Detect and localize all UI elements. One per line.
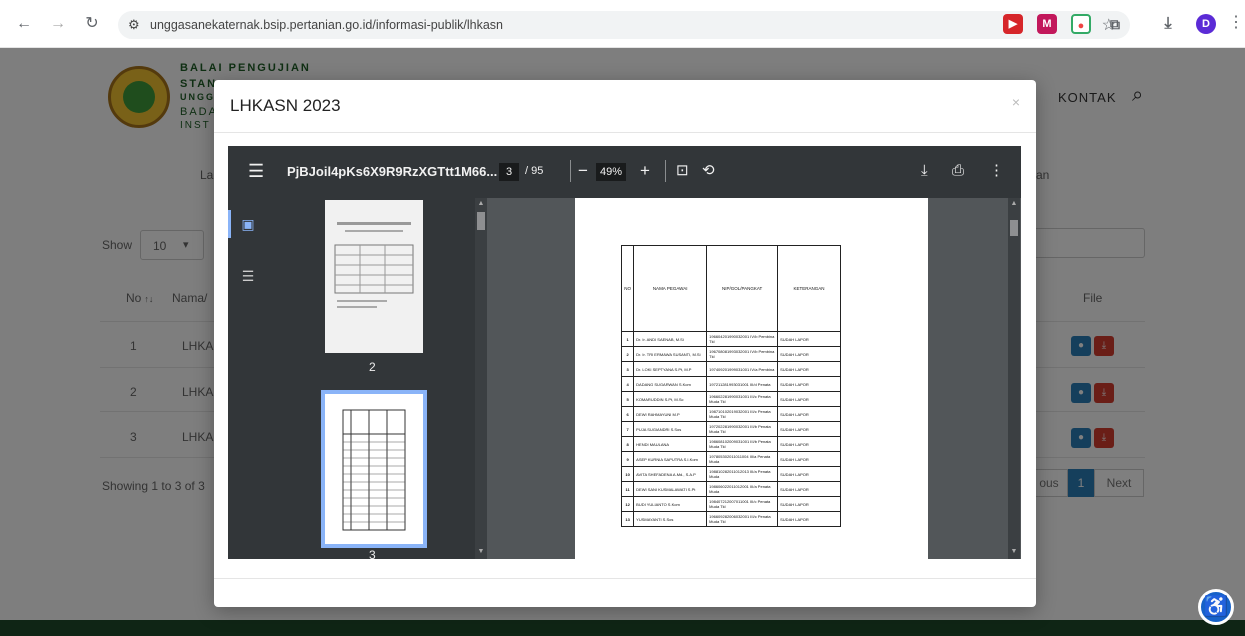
thumbnail-label-3: 3	[369, 548, 376, 559]
site-settings-icon[interactable]: ⚙	[128, 17, 140, 33]
table-row: 1 Dr. Ir. ANDI SAENAB, M.Si 19660420199003…	[620, 331, 841, 347]
browser-menu-icon[interactable]: ⋮	[1228, 12, 1244, 32]
pdf-page-area: NO NAMA PEGAWAI NIP/GOL/PANGKAT KETERANG…	[499, 198, 1020, 559]
pdf-page-3: NO NAMA PEGAWAI NIP/GOL/PANGKAT KETERANG…	[575, 198, 928, 559]
pdf-toolbar: ☰ PjBJoil4pKs6X9R9RzXGTtt1M66... 3 / 95 …	[228, 146, 1021, 198]
mail-extension-icon[interactable]: M	[1037, 14, 1057, 34]
zoom-in-icon[interactable]: +	[640, 160, 650, 182]
modal-footer-divider	[214, 578, 1036, 579]
modal-title: LHKASN 2023	[230, 96, 341, 115]
page-number-input[interactable]: 3	[499, 163, 519, 181]
table-row: 5 KOMARUDDIN S.Pt, M.Sc 196602281990031001…	[620, 391, 841, 407]
thumbnails-icon[interactable]: ▣	[236, 212, 260, 236]
table-row: 7 PUJA SUGIANDRI S.Sos 197202281990032001 …	[620, 421, 841, 437]
thumbnail-page-2-content	[334, 222, 414, 308]
page-total: / 95	[525, 165, 544, 177]
rotate-icon[interactable]: ⟲	[702, 160, 715, 182]
color-extension-icon[interactable]: ●	[1071, 14, 1091, 34]
pdf-filename: PjBJoil4pKs6X9R9RzXGTtt1M66...	[287, 164, 498, 179]
table-row: 4 DADANG SUGARWAN S.Kom 197211281993031001…	[620, 376, 841, 392]
toolbar-separator	[570, 160, 571, 182]
thumbnail-page-3[interactable]	[321, 390, 427, 548]
pdf-viewer[interactable]: ☰ PjBJoil4pKs6X9R9RzXGTtt1M66... 3 / 95 …	[228, 146, 1021, 559]
header-nip: NIP/GOL/PANGKAT	[706, 245, 779, 332]
table-row: 8 HENDI MAULANA 198608102009031001 III/b P…	[620, 436, 841, 452]
thumbnail-page-3-content	[342, 409, 406, 531]
thumbnail-page-2[interactable]	[325, 200, 423, 353]
print-icon[interactable]: ⎙	[952, 160, 964, 182]
url-text[interactable]: unggasanekaternak.bsip.pertanian.go.id/i…	[150, 18, 503, 32]
zoom-input[interactable]: 49%	[596, 163, 626, 181]
table-row: 6 DEWI RAHMAYUNI M.P 198710102019032001 II…	[620, 406, 841, 422]
lhkasn-modal: LHKASN 2023 × ☰ PjBJoil4pKs6X9R9RzXGTtt1…	[214, 80, 1036, 607]
table-row: 11 DEWI SANI KUSMALAWATI S.Pt 198606022011…	[620, 481, 841, 497]
sidebar-scrollbar[interactable]: ▲ ▼	[475, 198, 487, 559]
close-icon[interactable]: ×	[1012, 94, 1020, 110]
table-row: 10 AVITA SHEFADENA A.Md., S.A.P 1988102820…	[620, 466, 841, 482]
outline-icon[interactable]: ☰	[236, 264, 260, 288]
employee-table: NO NAMA PEGAWAI NIP/GOL/PANGKAT KETERANG…	[620, 245, 841, 527]
pdf-sidebar: ▣ ☰ 2 3 ▲ ▼	[228, 198, 487, 559]
forward-arrow-icon[interactable]: →	[48, 14, 68, 34]
table-row: 12 BUDI YULIANTO S.Kom 198407212007011001 …	[620, 496, 841, 512]
table-row: 13 YUSMAYANTI S.Sos 196609282006032001 III…	[620, 511, 841, 527]
thumbnail-label-2: 2	[369, 360, 376, 374]
zoom-out-icon[interactable]: −	[578, 160, 588, 182]
modal-header-divider	[214, 132, 1036, 133]
header-ket: KETERANGAN	[777, 245, 841, 332]
toolbar-separator	[665, 160, 666, 182]
main-scrollbar[interactable]: ▲ ▼	[1008, 198, 1020, 559]
address-bar[interactable]: ⚙ unggasanekaternak.bsip.pertanian.go.id…	[118, 11, 1130, 39]
table-row: 2 Dr. Ir. TRI ERMAWA SUSANTI, M.Si 1967080…	[620, 346, 841, 362]
table-row: 9 ASEP KURNIA SAPUTRA S.I.Kom 197805302011…	[620, 451, 841, 467]
accessibility-icon[interactable]: ♿	[1198, 589, 1234, 625]
reload-icon[interactable]: ↻	[82, 14, 102, 34]
pdf-extension-icon[interactable]: ▶	[1003, 14, 1023, 34]
table-row: 3 Dr. LOKI SEPTYANA S.Pt, M.P 197409201999…	[620, 361, 841, 377]
more-vert-icon[interactable]: ⋮	[989, 160, 1004, 182]
download-icon[interactable]: ⤓	[921, 160, 928, 182]
back-arrow-icon[interactable]: ←	[14, 14, 34, 34]
browser-toolbar: ← → ↻ ⚙ unggasanekaternak.bsip.pertanian…	[0, 0, 1245, 48]
profile-avatar[interactable]: D	[1196, 14, 1216, 34]
fit-page-icon[interactable]: ⊡	[676, 160, 689, 182]
header-nama: NAMA PEGAWAI	[633, 245, 708, 332]
header-no: NO	[620, 245, 635, 332]
sidebar-active-indicator	[228, 210, 231, 238]
extensions-puzzle-icon[interactable]: ⧉	[1105, 14, 1125, 34]
menu-icon[interactable]: ☰	[248, 161, 264, 182]
downloads-icon[interactable]: ⤓	[1158, 14, 1178, 34]
